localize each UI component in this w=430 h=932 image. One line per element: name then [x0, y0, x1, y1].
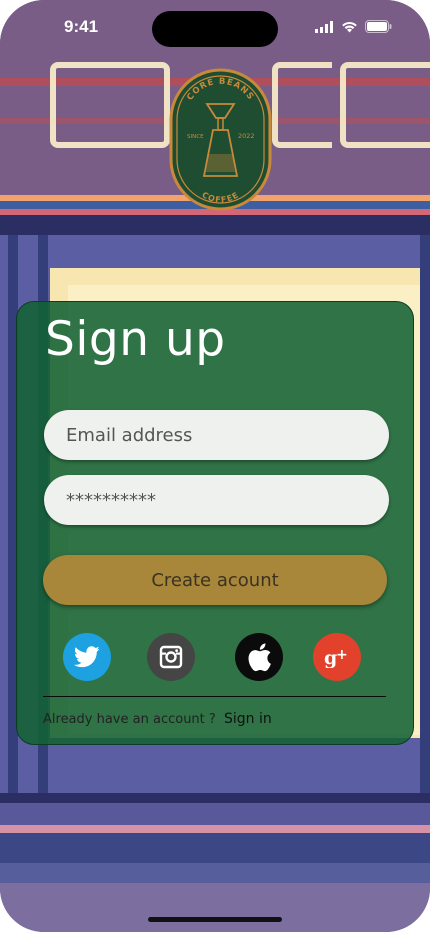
google-plus-icon: g + [324, 647, 348, 668]
google-plus-button[interactable]: g + [313, 633, 361, 681]
create-account-button[interactable]: Create acount [43, 555, 387, 605]
apple-icon [248, 643, 271, 672]
page-title: Sign up [45, 312, 226, 367]
status-icons [315, 20, 392, 33]
signup-card: Sign up Email address ********** Create … [16, 301, 414, 745]
sign-in-link[interactable]: Sign in [224, 711, 272, 727]
twitter-button[interactable] [63, 633, 111, 681]
home-indicator[interactable] [148, 917, 282, 922]
apple-button[interactable] [235, 633, 283, 681]
wifi-icon [342, 21, 357, 32]
status-bar: 9:41 [0, 0, 430, 56]
core-beans-logo: CORE BEANS COFFEE SINCE 2022 [169, 68, 272, 211]
phone-screen: 9:41 CORE BEANS COFFEE SINCE 2022 Sign u… [0, 0, 430, 932]
already-account-text: Already have an account ? [43, 712, 216, 727]
dynamic-island [152, 11, 278, 47]
svg-text:2022: 2022 [238, 132, 255, 140]
email-placeholder: Email address [66, 424, 193, 446]
password-value: ********** [66, 489, 156, 511]
svg-text:SINCE: SINCE [187, 134, 204, 140]
password-field[interactable]: ********** [44, 475, 389, 525]
email-field[interactable]: Email address [44, 410, 389, 460]
instagram-icon [159, 645, 183, 669]
create-account-label: Create acount [151, 569, 279, 591]
battery-icon [365, 20, 392, 33]
divider [43, 696, 386, 697]
twitter-icon [74, 646, 100, 668]
instagram-button[interactable] [147, 633, 195, 681]
signal-icon [315, 20, 333, 33]
svg-text:+: + [336, 647, 348, 663]
status-time: 9:41 [64, 17, 99, 36]
